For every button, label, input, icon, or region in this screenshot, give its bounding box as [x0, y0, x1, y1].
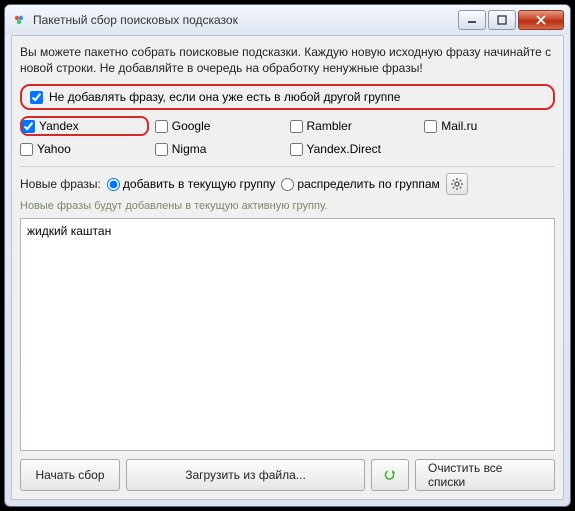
close-button[interactable] [518, 10, 564, 30]
search-engines: Yandex Google Rambler Mail.ru Yahoo [20, 116, 555, 156]
clear-button[interactable]: Очистить все списки [415, 459, 555, 491]
engine-nigma-checkbox[interactable] [155, 143, 168, 156]
engine-yandex-label: Yandex [39, 119, 79, 133]
maximize-button[interactable] [488, 10, 516, 30]
mode-current-radio[interactable] [107, 178, 120, 191]
engine-google-checkbox[interactable] [155, 120, 168, 133]
engine-nigma-label: Nigma [172, 142, 207, 156]
engine-google-label: Google [172, 119, 211, 133]
dedupe-row: Не добавлять фразу, если она уже есть в … [20, 84, 555, 110]
load-button[interactable]: Загрузить из файла... [126, 459, 365, 491]
engine-mailru-checkbox[interactable] [424, 120, 437, 133]
engine-yahoo-checkbox[interactable] [20, 143, 33, 156]
clear-button-label: Очистить все списки [428, 461, 542, 489]
dedupe-label: Не добавлять фразу, если она уже есть в … [49, 90, 400, 104]
app-window: Пакетный сбор поисковых подсказок Вы мож… [4, 4, 571, 507]
start-button-label: Начать сбор [35, 468, 104, 482]
minimize-button[interactable] [458, 10, 486, 30]
window-title: Пакетный сбор поисковых подсказок [33, 13, 456, 27]
gear-icon [450, 177, 464, 191]
engine-rambler-label: Rambler [307, 119, 352, 133]
engine-ydirect-label: Yandex.Direct [307, 142, 381, 156]
settings-button[interactable] [446, 173, 468, 195]
window-buttons [456, 10, 564, 30]
button-bar: Начать сбор Загрузить из файла... Очисти… [20, 459, 555, 491]
hint-text: Новые фразы будут добавлены в текущую ак… [20, 200, 555, 212]
mode-row: Новые фразы: добавить в текущую группу р… [20, 173, 555, 195]
minimize-icon [467, 15, 477, 25]
phrases-textarea[interactable] [20, 218, 555, 451]
refresh-icon [384, 467, 396, 483]
engine-mailru-label: Mail.ru [441, 119, 477, 133]
maximize-icon [497, 15, 507, 25]
engine-rambler-checkbox[interactable] [290, 120, 303, 133]
phrases-wrap [20, 218, 555, 451]
engine-yandex-highlight: Yandex [20, 116, 149, 136]
intro-text: Вы можете пакетно собрать поисковые подс… [20, 44, 555, 76]
separator [20, 166, 555, 167]
mode-distribute-label: распределить по группам [297, 177, 439, 191]
refresh-button[interactable] [371, 459, 409, 491]
load-button-label: Загрузить из файла... [185, 468, 306, 482]
start-button[interactable]: Начать сбор [20, 459, 120, 491]
engine-ydirect-checkbox[interactable] [290, 143, 303, 156]
mode-current-label: добавить в текущую группу [123, 177, 276, 191]
engine-yahoo-label: Yahoo [37, 142, 71, 156]
close-icon [535, 14, 547, 26]
dedupe-checkbox[interactable] [30, 91, 43, 104]
app-icon [11, 12, 27, 28]
mode-label: Новые фразы: [20, 177, 101, 191]
mode-distribute-radio[interactable] [281, 178, 294, 191]
titlebar[interactable]: Пакетный сбор поисковых подсказок [5, 5, 570, 35]
engine-yandex-checkbox[interactable] [22, 120, 35, 133]
client-area: Вы можете пакетно собрать поисковые подс… [11, 35, 564, 500]
